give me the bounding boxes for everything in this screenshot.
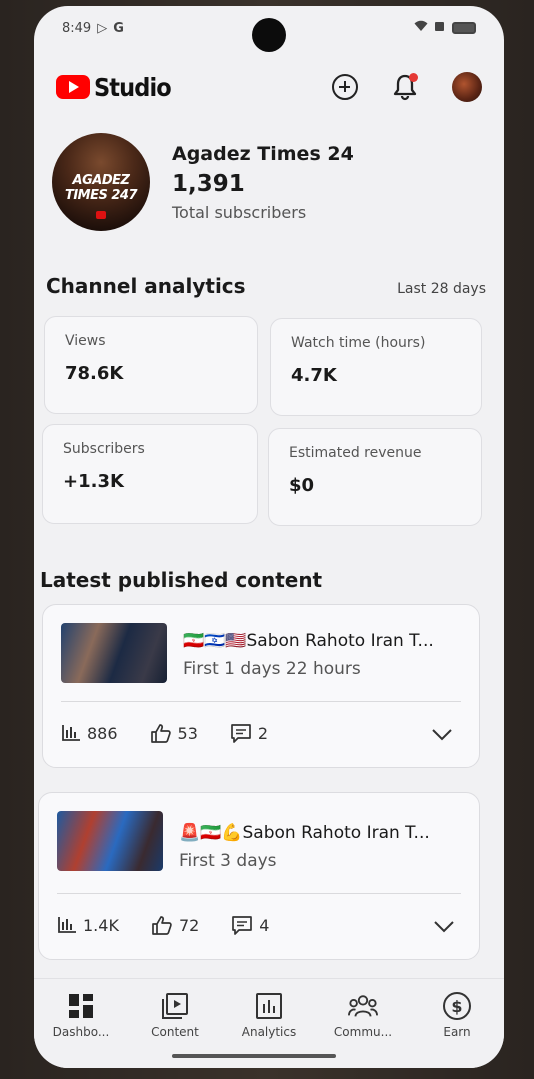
stat-value: $0 xyxy=(289,475,315,496)
create-icon[interactable] xyxy=(332,74,358,100)
views-stat: 1.4K xyxy=(57,916,119,935)
account-avatar[interactable] xyxy=(452,72,482,102)
thumbs-up-icon xyxy=(151,915,173,935)
video-meta: First 3 days xyxy=(179,851,277,871)
stat-value: 4.7K xyxy=(291,365,337,386)
comment-icon xyxy=(231,915,253,935)
youtube-logo-icon xyxy=(56,75,90,99)
comments-count: 2 xyxy=(257,723,269,743)
comments-stat: 2 xyxy=(230,723,268,743)
battery-icon xyxy=(452,22,476,34)
likes-count: 72 xyxy=(178,915,200,935)
svg-text:$: $ xyxy=(451,997,462,1016)
stat-label: Watch time (hours) xyxy=(291,335,426,351)
earn-icon: $ xyxy=(442,991,472,1021)
home-indicator[interactable] xyxy=(172,1054,336,1058)
signal-icon xyxy=(434,20,446,36)
video-stats-row: 1.4K 72 4 xyxy=(57,915,269,935)
card-divider xyxy=(57,893,461,894)
notification-dot xyxy=(409,73,418,82)
stat-card-watch-time[interactable]: Watch time (hours) 4.7K xyxy=(270,318,482,416)
video-title: 🚨🇮🇷💪Sabon Rahoto Iran T... xyxy=(179,823,430,843)
nav-analytics[interactable]: Analytics xyxy=(227,991,311,1039)
nav-label: Content xyxy=(151,1025,199,1039)
channel-avatar-badge xyxy=(96,211,106,219)
video-thumbnail[interactable] xyxy=(57,811,163,871)
nav-label: Commu... xyxy=(333,1025,393,1039)
logo-text: Studio xyxy=(94,72,172,102)
stat-label: Subscribers xyxy=(63,441,145,457)
likes-stat: 53 xyxy=(150,723,198,743)
views-count: 1.4K xyxy=(83,915,119,935)
status-time: 8:49 xyxy=(62,20,92,36)
likes-count: 53 xyxy=(177,723,198,743)
views-chart-icon xyxy=(57,916,77,934)
studio-logo[interactable]: Studio xyxy=(56,73,179,102)
stat-card-revenue[interactable]: Estimated revenue $0 xyxy=(268,428,482,526)
community-icon xyxy=(348,991,378,1021)
carrier-label: G xyxy=(113,20,124,36)
nav-earn[interactable]: $ Earn xyxy=(415,991,499,1039)
latest-content-title: Latest published content xyxy=(40,568,323,592)
wifi-icon xyxy=(414,20,428,36)
analytics-title: Channel analytics xyxy=(46,274,246,298)
thumbs-up-icon xyxy=(150,723,172,743)
video-title: 🇮🇷🇮🇱🇺🇸Sabon Rahoto Iran T... xyxy=(183,631,434,651)
views-chart-icon xyxy=(61,724,81,742)
content-icon xyxy=(160,991,190,1021)
expand-chevron-icon[interactable] xyxy=(431,727,453,746)
dashboard-icon xyxy=(66,991,96,1021)
nav-content[interactable]: Content xyxy=(133,991,217,1039)
status-right xyxy=(414,20,476,36)
stat-label: Estimated revenue xyxy=(289,445,422,461)
stat-card-subscribers[interactable]: Subscribers +1.3K xyxy=(42,424,258,524)
header-actions xyxy=(332,72,482,102)
stat-value: 78.6K xyxy=(65,363,124,384)
video-thumbnail[interactable] xyxy=(61,623,167,683)
status-left: 8:49 ▷ G xyxy=(62,21,124,36)
comments-stat: 4 xyxy=(231,915,269,935)
analytics-header: Channel analytics Last 28 days xyxy=(46,274,486,298)
channel-summary: AGADEZ TIMES 247 Agadez Times 24 1,391 T… xyxy=(52,132,486,232)
nav-label: Dashbo... xyxy=(52,1025,110,1039)
channel-avatar: AGADEZ TIMES 247 xyxy=(52,133,150,231)
play-notification-icon: ▷ xyxy=(97,20,108,36)
subscriber-label: Total subscribers xyxy=(172,202,307,222)
views-count: 886 xyxy=(87,723,118,743)
video-card[interactable]: 🇮🇷🇮🇱🇺🇸Sabon Rahoto Iran T... First 1 day… xyxy=(42,604,480,768)
video-meta: First 1 days 22 hours xyxy=(183,659,361,679)
card-divider xyxy=(61,701,461,702)
channel-avatar-logo: AGADEZ TIMES 247 xyxy=(64,173,138,203)
video-card[interactable]: 🚨🇮🇷💪Sabon Rahoto Iran T... First 3 days … xyxy=(38,792,480,960)
stat-value: +1.3K xyxy=(63,471,124,492)
comment-icon xyxy=(230,723,252,743)
notifications-bell-icon[interactable] xyxy=(392,73,418,101)
expand-chevron-icon[interactable] xyxy=(433,919,455,938)
comments-count: 4 xyxy=(259,915,270,935)
nav-dashboard[interactable]: Dashbo... xyxy=(39,991,123,1039)
nav-label: Earn xyxy=(443,1025,471,1039)
stat-card-views[interactable]: Views 78.6K xyxy=(44,316,258,414)
stat-label: Views xyxy=(65,333,106,349)
nav-label: Analytics xyxy=(241,1025,297,1039)
channel-name: Agadez Times 24 xyxy=(172,142,354,165)
app-screen: 8:49 ▷ G Studio AGADEZ TIMES 247 Agadez … xyxy=(34,6,504,1068)
analytics-icon xyxy=(254,991,284,1021)
views-stat: 886 xyxy=(61,724,118,743)
likes-stat: 72 xyxy=(151,915,199,935)
app-header: Studio xyxy=(34,62,504,112)
analytics-period: Last 28 days xyxy=(397,281,486,297)
video-stats-row: 886 53 2 xyxy=(61,723,268,743)
channel-info: Agadez Times 24 1,391 Total subscribers xyxy=(172,143,354,222)
nav-community[interactable]: Commu... xyxy=(321,991,405,1039)
subscriber-count: 1,391 xyxy=(172,170,245,197)
camera-cutout xyxy=(252,18,286,52)
